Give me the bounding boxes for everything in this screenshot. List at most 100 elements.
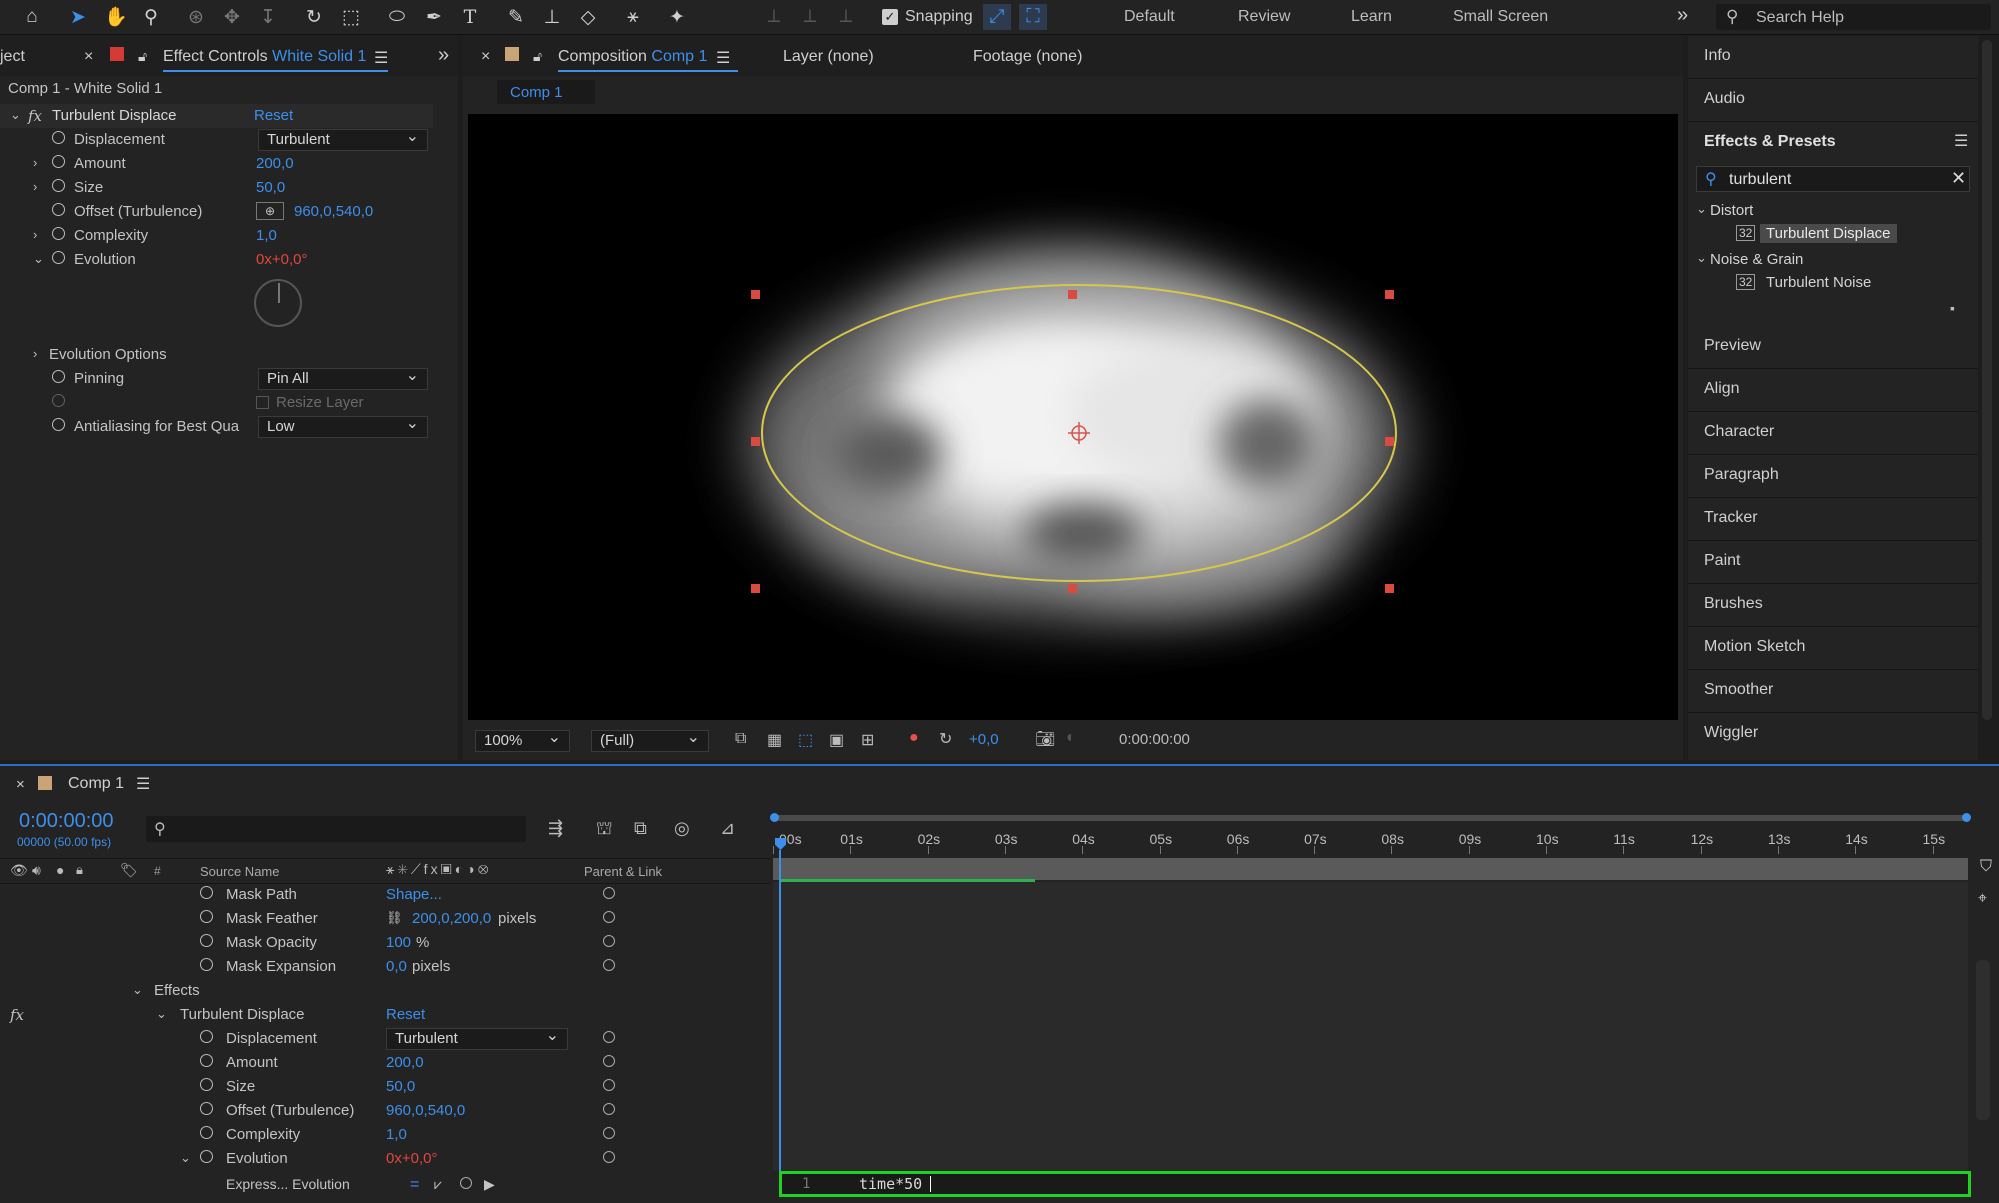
stopwatch-icon[interactable]	[52, 251, 65, 268]
roto-brush-icon[interactable]: ⚹	[619, 4, 647, 30]
region-of-interest-icon[interactable]: ▣	[829, 730, 844, 750]
eraser-tool-icon[interactable]: ◇	[574, 4, 602, 30]
show-snapshot-icon[interactable]: ◐	[1066, 729, 1076, 747]
tl-evolution-value[interactable]: 0x+0,0°	[386, 1150, 437, 1167]
stopwatch-icon[interactable]	[200, 1054, 213, 1071]
timeline-track[interactable]	[773, 906, 1968, 931]
constrain-link-icon[interactable]: ⛓︎	[386, 910, 403, 926]
tl-size-value[interactable]: 50,0	[386, 1078, 415, 1095]
stopwatch-icon[interactable]	[52, 203, 65, 220]
resolution-select[interactable]: (Full)	[591, 728, 709, 752]
resize-layer-checkbox[interactable]	[256, 396, 269, 409]
character-panel[interactable]: Character	[1688, 412, 1978, 455]
twirl-closed-icon[interactable]: ›	[33, 179, 37, 194]
footage-viewer-tab[interactable]: Footage (none)	[973, 48, 1082, 66]
stopwatch-icon[interactable]	[200, 1102, 213, 1119]
stopwatch-icon[interactable]	[200, 1150, 213, 1167]
twirl-open-icon[interactable]: ⌄	[180, 1150, 191, 1166]
parent-link-header[interactable]: Parent & Link	[584, 864, 662, 879]
eye-icon[interactable]: 👁︎	[10, 862, 28, 879]
timeline-track[interactable]	[773, 1026, 1968, 1051]
snapping-checkbox[interactable]: ✓	[882, 9, 898, 25]
timeline-track[interactable]	[773, 1122, 1968, 1147]
panel-menu-icon[interactable]: ☰	[374, 48, 388, 68]
transparency-grid-icon[interactable]: ▦	[767, 730, 782, 750]
stopwatch-icon[interactable]	[200, 934, 213, 951]
stopwatch-icon[interactable]	[52, 227, 65, 244]
antialiasing-select[interactable]: Low	[258, 414, 428, 438]
expression-graph-icon[interactable]: ⩗	[434, 1176, 442, 1193]
tl-amount-value[interactable]: 200,0	[386, 1054, 424, 1071]
bbox-handle[interactable]	[1385, 290, 1394, 299]
twirl-closed-icon[interactable]: ›	[33, 155, 37, 170]
close-tab-icon[interactable]: ×	[84, 48, 93, 66]
brushes-panel[interactable]: Brushes	[1688, 584, 1978, 627]
mask-feather-value[interactable]: 200,0,200,0	[412, 910, 491, 927]
puppet-pin-icon[interactable]: ✦	[663, 4, 691, 30]
switches-icons[interactable]: ⚹✳⟋fx▣◐◑⊗	[386, 861, 492, 878]
workspace-review[interactable]: Review	[1238, 8, 1290, 26]
fast-previews-icon[interactable]: ⧉	[735, 730, 746, 748]
bbox-handle[interactable]	[751, 437, 760, 446]
clone-stamp-icon[interactable]: ⊥	[538, 4, 566, 30]
pickwhip-icon[interactable]	[603, 910, 615, 927]
timeline-track[interactable]	[773, 978, 1968, 1003]
motion-blur-icon[interactable]: ◎	[674, 818, 690, 839]
expression-pickwhip-icon[interactable]	[460, 1176, 472, 1193]
draft-3d-icon[interactable]: ⛫	[596, 818, 613, 842]
stopwatch-icon[interactable]	[52, 179, 65, 196]
lock-icon[interactable]: 🔓︎	[138, 48, 147, 65]
axis-view-icon[interactable]: ⟂	[832, 4, 860, 30]
pickwhip-icon[interactable]	[603, 934, 615, 951]
tracker-panel[interactable]: Tracker	[1688, 498, 1978, 541]
pickwhip-icon[interactable]	[603, 1126, 615, 1143]
twirl-closed-icon[interactable]: ›	[33, 346, 37, 361]
fx-icon[interactable]: fx	[28, 107, 42, 125]
tl-offset-value[interactable]: 960,0,540,0	[386, 1102, 465, 1119]
label-tag-icon[interactable]: 🏷︎	[120, 862, 138, 879]
graph-editor-icon[interactable]: ⊿	[720, 818, 735, 839]
stopwatch-icon[interactable]	[52, 370, 65, 387]
dolly-camera-icon[interactable]: ↧	[254, 4, 282, 30]
paint-panel[interactable]: Paint	[1688, 541, 1978, 584]
pickwhip-icon[interactable]	[603, 958, 615, 975]
orbit-camera-icon[interactable]: ⊛	[182, 4, 210, 30]
displacement-select[interactable]: Turbulent	[258, 127, 428, 151]
exposure-value[interactable]: +0,0	[969, 731, 999, 748]
mask-path-value[interactable]: Shape...	[386, 886, 442, 903]
pickwhip-icon[interactable]	[603, 886, 615, 903]
stopwatch-icon[interactable]	[52, 155, 65, 172]
bbox-handle[interactable]	[1068, 584, 1077, 593]
wiggler-panel[interactable]: Wiggler	[1688, 713, 1978, 755]
pen-tool-icon[interactable]: ✒	[420, 4, 448, 30]
expression-language-menu-icon[interactable]: ▶	[484, 1176, 495, 1193]
timeline-timecode[interactable]: 0:00:00:00	[19, 810, 114, 833]
home-icon[interactable]: ⌂	[18, 4, 46, 30]
stopwatch-icon[interactable]	[200, 886, 213, 903]
viewer-timecode[interactable]: 0:00:00:00	[1119, 731, 1190, 748]
expression-enable-icon[interactable]: =	[410, 1176, 419, 1194]
layer-viewer-tab[interactable]: Layer (none)	[783, 48, 874, 66]
timeline-track[interactable]	[773, 954, 1968, 979]
expression-code[interactable]: time*50	[859, 1175, 922, 1193]
composition-viewer[interactable]	[468, 114, 1678, 720]
panel-menu-icon[interactable]: ☰	[1954, 131, 1968, 151]
category-noise-grain[interactable]: ⌄ Noise & Grain	[1688, 247, 1978, 271]
close-tab-icon[interactable]: ×	[16, 776, 25, 793]
bbox-handle[interactable]	[1385, 584, 1394, 593]
frame-blending-icon[interactable]: ⧉	[634, 818, 647, 839]
pinning-select[interactable]: Pin All	[258, 366, 428, 390]
comp-marker-bin-icon[interactable]: ⛉	[1980, 858, 1992, 876]
tl-complexity-value[interactable]: 1,0	[386, 1126, 407, 1143]
pickwhip-icon[interactable]	[603, 1054, 615, 1071]
audio-panel[interactable]: Audio	[1688, 79, 1978, 122]
timeline-track[interactable]	[773, 1074, 1968, 1099]
solo-icon[interactable]: ●	[56, 862, 64, 878]
reset-exposure-icon[interactable]: ↻	[939, 729, 952, 749]
snap-edges-icon[interactable]: ⤢	[983, 4, 1011, 30]
work-area-bar[interactable]	[770, 810, 1971, 824]
category-distort[interactable]: ⌄ Distort	[1688, 198, 1978, 222]
timeline-track[interactable]	[773, 1002, 1968, 1027]
workspace-small-screen[interactable]: Small Screen	[1453, 8, 1548, 26]
stopwatch-icon[interactable]	[200, 958, 213, 975]
